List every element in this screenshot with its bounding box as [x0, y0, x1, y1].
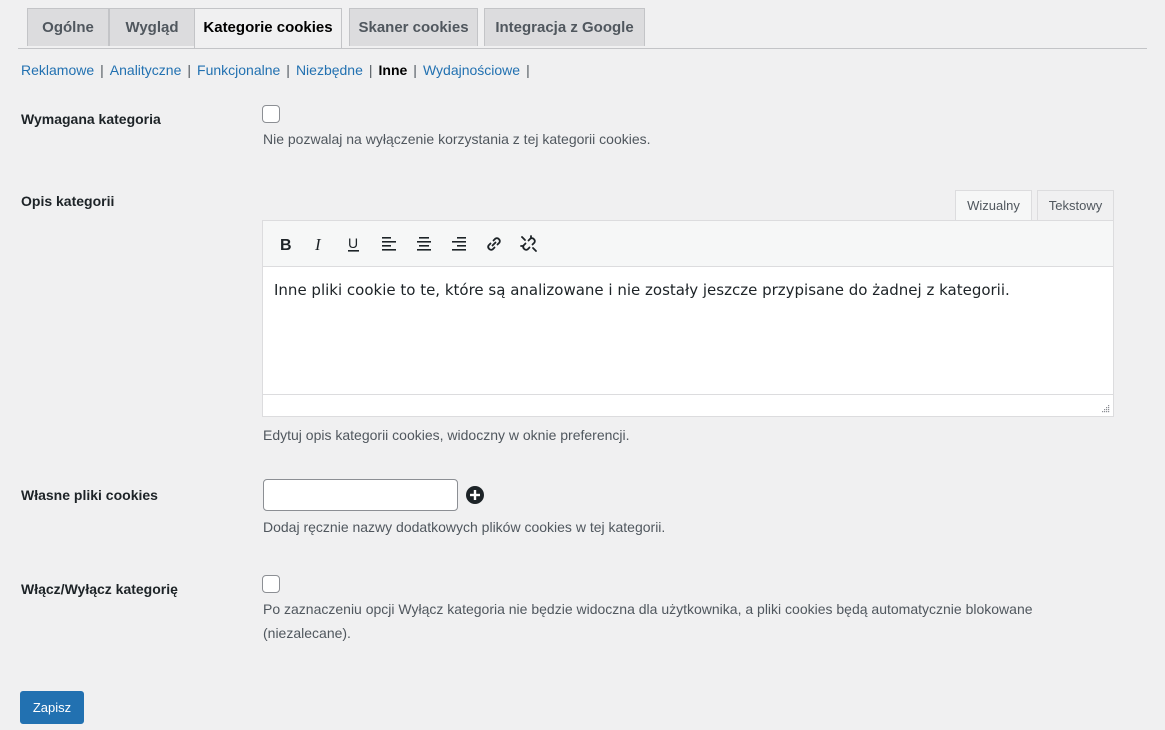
subnav-separator: |: [413, 62, 417, 78]
toggle-category-description-cont: (niezalecane).: [263, 625, 351, 641]
svg-text:I: I: [314, 235, 322, 254]
svg-text:B: B: [280, 237, 292, 254]
subnav-separator: |: [368, 62, 373, 78]
toggle-category-checkbox[interactable]: [262, 575, 280, 593]
custom-cookies-description: Dodaj ręcznie nazwy dodatkowych plików c…: [263, 519, 666, 535]
subnav-separator: |: [100, 62, 104, 78]
custom-cookies-input[interactable]: [263, 479, 458, 511]
link-icon[interactable]: [480, 230, 508, 258]
custom-cookies-label: Własne pliki cookies: [21, 487, 158, 503]
toggle-category-label: Włącz/Wyłącz kategorię: [21, 581, 178, 597]
align-center-icon[interactable]: [410, 230, 438, 258]
save-button[interactable]: Zapisz: [20, 691, 84, 724]
tab-kategorie-cookies[interactable]: Kategorie cookies: [194, 8, 342, 48]
settings-tabs: Ogólne Wygląd Kategorie cookies Skaner c…: [18, 8, 1147, 49]
subnav-niezbedne[interactable]: Niezbędne: [296, 62, 363, 78]
plus-circle-icon[interactable]: [465, 485, 485, 505]
category-description-help: Edytuj opis kategorii cookies, widoczny …: [263, 427, 630, 443]
tab-skaner-cookies[interactable]: Skaner cookies: [349, 8, 478, 46]
subnav-separator: |: [526, 62, 530, 78]
required-category-checkbox[interactable]: [262, 105, 280, 123]
toggle-category-description: Po zaznaczeniu opcji Wyłącz kategoria ni…: [263, 601, 1033, 617]
subnav-reklamowe[interactable]: Reklamowe: [21, 62, 94, 78]
tab-wyglad[interactable]: Wygląd: [109, 8, 195, 46]
tab-text-editor[interactable]: Tekstowy: [1037, 190, 1114, 220]
editor-toolbar: B I U: [263, 221, 1113, 267]
tab-integracja-google[interactable]: Integracja z Google: [484, 8, 645, 46]
subnav-inne-current: Inne: [378, 62, 408, 78]
category-subnav: Reklamowe | Analityczne | Funkcjonalne | Niezb…: [21, 62, 536, 78]
align-right-icon[interactable]: [445, 230, 473, 258]
tab-ogolne[interactable]: Ogólne: [27, 8, 109, 46]
subnav-wydajnosciowe[interactable]: Wydajnościowe: [423, 62, 520, 78]
rich-text-editor: B I U Inne pliki cookie to te, które są …: [262, 220, 1114, 417]
underline-icon[interactable]: U: [340, 230, 368, 258]
required-category-description: Nie pozwalaj na wyłączenie korzystania z…: [263, 131, 651, 147]
align-left-icon[interactable]: [375, 230, 403, 258]
subnav-separator: |: [286, 62, 290, 78]
svg-text:U: U: [348, 235, 358, 251]
editor-content[interactable]: Inne pliki cookie to te, które są analiz…: [274, 281, 1010, 299]
resize-handle-icon[interactable]: [1100, 403, 1110, 413]
bold-icon[interactable]: B: [272, 230, 300, 258]
italic-icon[interactable]: I: [306, 230, 334, 258]
subnav-funkcjonalne[interactable]: Funkcjonalne: [197, 62, 280, 78]
subnav-analityczne[interactable]: Analityczne: [110, 62, 182, 78]
category-description-label: Opis kategorii: [21, 193, 115, 209]
editor-statusbar: [263, 394, 1113, 416]
tab-visual-editor[interactable]: Wizualny: [955, 190, 1032, 221]
unlink-icon[interactable]: [515, 230, 543, 258]
subnav-separator: |: [187, 62, 192, 78]
required-category-label: Wymagana kategoria: [21, 111, 161, 127]
